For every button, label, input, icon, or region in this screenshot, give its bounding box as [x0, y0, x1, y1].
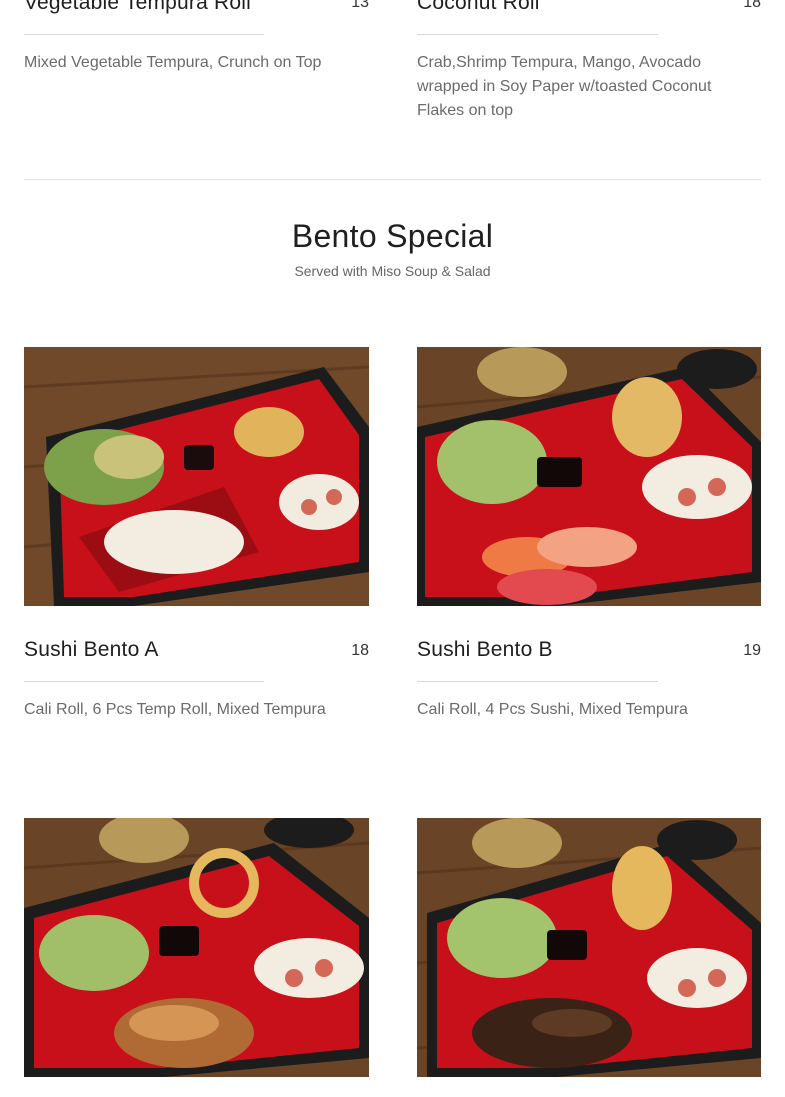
- section-title: Bento Special: [291, 218, 494, 254]
- item-price: 19: [743, 642, 761, 659]
- item-divider: [24, 681, 264, 682]
- sushi-bento-b-photo: [417, 347, 761, 606]
- item-title: Sushi Bento B: [417, 638, 553, 661]
- item-description: Mixed Vegetable Tempura, Crunch on Top: [24, 54, 322, 71]
- item-divider: [24, 34, 264, 35]
- bento-chicken-photo: [24, 818, 369, 1077]
- sushi-bento-a-photo: [24, 347, 369, 606]
- item-title: Vegetable Tempura Roll: [24, 0, 251, 14]
- item-divider: [417, 34, 658, 35]
- bento-beef-photo: [417, 818, 761, 1077]
- item-divider: [417, 681, 658, 682]
- item-price: 18: [351, 642, 369, 659]
- item-title: Sushi Bento A: [24, 638, 159, 661]
- item-price: 18: [743, 0, 761, 11]
- item-title: Coconut Roll: [417, 0, 540, 14]
- section-subtitle: Served with Miso Soup & Salad: [294, 263, 491, 279]
- item-description: Crab,Shrimp Tempura, Mango, Avocado wrap…: [417, 54, 712, 119]
- item-description: Cali Roll, 6 Pcs Temp Roll, Mixed Tempur…: [24, 701, 326, 718]
- item-description: Cali Roll, 4 Pcs Sushi, Mixed Tempura: [417, 701, 688, 718]
- item-price: 13: [351, 0, 369, 11]
- section-divider: [24, 179, 761, 180]
